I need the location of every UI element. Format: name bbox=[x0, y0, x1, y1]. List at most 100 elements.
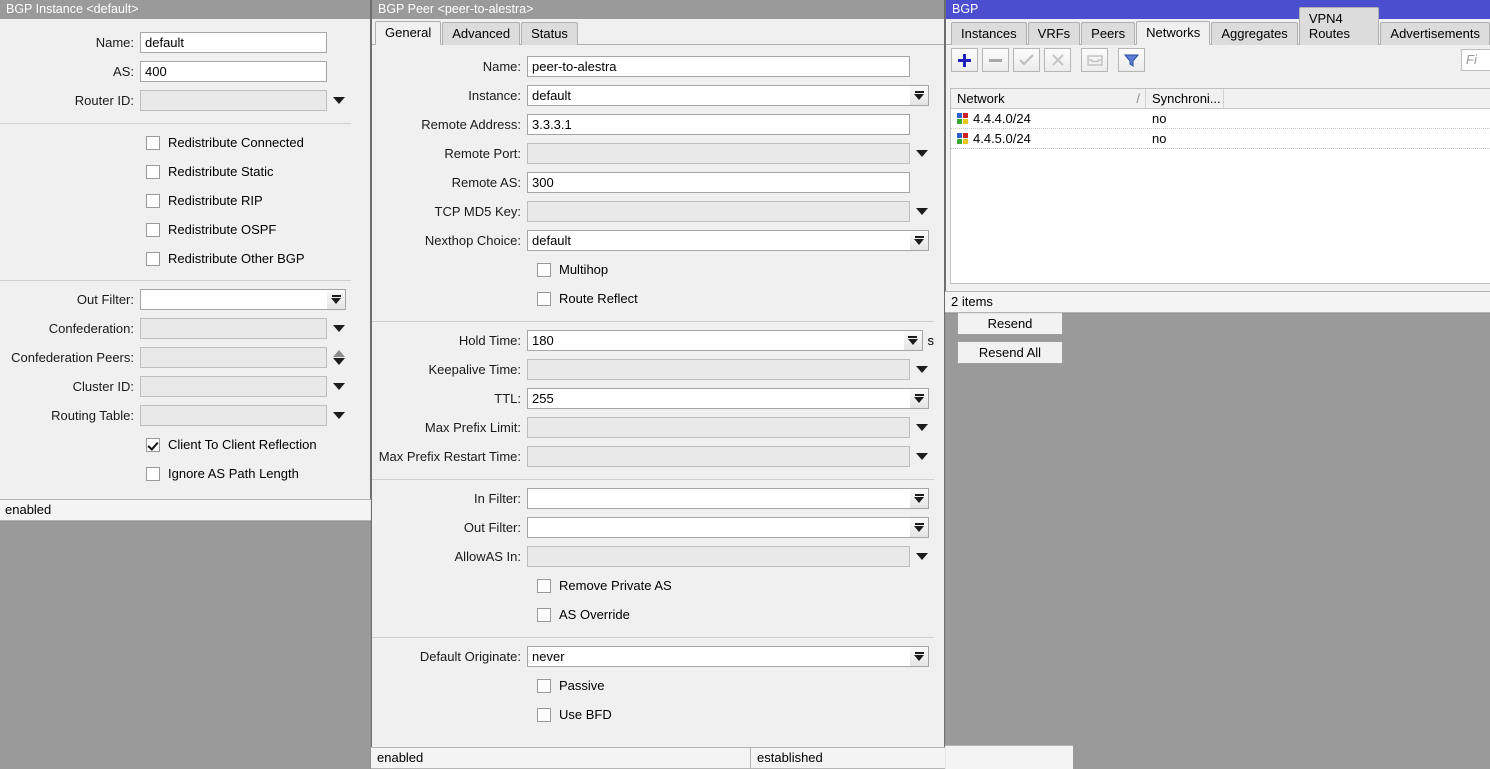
bgp-window-titlebar[interactable]: BGP bbox=[946, 0, 1490, 19]
chevron-down-icon bbox=[914, 397, 924, 403]
checkbox-as-override[interactable] bbox=[537, 608, 551, 622]
resend-all-button[interactable]: Resend All bbox=[957, 341, 1063, 364]
bgp-instance-titlebar[interactable]: BGP Instance <default> bbox=[0, 0, 370, 19]
input-in-filter[interactable] bbox=[527, 488, 910, 509]
bgp-peer-titlebar[interactable]: BGP Peer <peer-to-alestra> bbox=[372, 0, 944, 19]
input-remote-port[interactable] bbox=[527, 143, 910, 164]
input-router-id[interactable] bbox=[140, 90, 327, 111]
checkbox-row-as-override[interactable]: AS Override bbox=[372, 600, 934, 629]
checkbox-redistribute-connected[interactable] bbox=[146, 136, 160, 150]
input-as[interactable]: 400 bbox=[140, 61, 327, 82]
input-confederation-peers[interactable] bbox=[140, 347, 327, 368]
allowas-in-dropdown-button[interactable] bbox=[910, 546, 934, 567]
tab-aggregates[interactable]: Aggregates bbox=[1211, 22, 1298, 45]
checkbox-row-redistribute-other-bgp[interactable]: Redistribute Other BGP bbox=[0, 244, 351, 273]
input-peer-name[interactable]: peer-to-alestra bbox=[527, 56, 910, 77]
checkbox-row-redistribute-rip[interactable]: Redistribute RIP bbox=[0, 186, 351, 215]
out-filter-combo-button[interactable] bbox=[327, 289, 346, 310]
input-routing-table[interactable] bbox=[140, 405, 327, 426]
label-remote-as: Remote AS: bbox=[372, 175, 527, 190]
input-out-filter[interactable] bbox=[140, 289, 327, 310]
add-button[interactable] bbox=[951, 48, 978, 72]
tab-general[interactable]: General bbox=[375, 21, 441, 45]
hold-time-unit: s bbox=[923, 333, 935, 348]
input-keepalive-time[interactable] bbox=[527, 359, 910, 380]
table-row[interactable]: 4.4.4.0/24 no bbox=[951, 109, 1490, 129]
input-peer-instance[interactable]: default bbox=[527, 85, 910, 106]
checkbox-row-remove-private-as[interactable]: Remove Private AS bbox=[372, 571, 934, 600]
column-header-network[interactable]: Network bbox=[951, 89, 1146, 108]
table-row[interactable]: 4.4.5.0/24 no bbox=[951, 129, 1490, 149]
confederation-peers-stepper[interactable] bbox=[327, 347, 351, 368]
peer-out-filter-combo-button[interactable] bbox=[910, 517, 929, 538]
checkbox-row-ignore-as-path-length[interactable]: Ignore AS Path Length bbox=[0, 459, 351, 488]
max-prefix-limit-dropdown-button[interactable] bbox=[910, 417, 934, 438]
tab-vpn4-routes[interactable]: VPN4 Routes bbox=[1299, 7, 1380, 45]
default-originate-combo-button[interactable] bbox=[910, 646, 929, 667]
checkbox-row-use-bfd[interactable]: Use BFD bbox=[372, 700, 934, 729]
max-prefix-restart-time-dropdown-button[interactable] bbox=[910, 446, 934, 467]
routing-table-dropdown-button[interactable] bbox=[327, 405, 351, 426]
tab-advanced[interactable]: Advanced bbox=[442, 22, 520, 45]
checkbox-multihop[interactable] bbox=[537, 263, 551, 277]
input-max-prefix-limit[interactable] bbox=[527, 417, 910, 438]
checkbox-row-redistribute-connected[interactable]: Redistribute Connected bbox=[0, 128, 351, 157]
tcp-md5-key-dropdown-button[interactable] bbox=[910, 201, 934, 222]
checkbox-row-client-to-client-reflection[interactable]: Client To Client Reflection bbox=[0, 430, 351, 459]
input-nexthop-choice[interactable]: default bbox=[527, 230, 910, 251]
confederation-dropdown-button[interactable] bbox=[327, 318, 351, 339]
tab-status[interactable]: Status bbox=[521, 22, 578, 45]
enable-button[interactable] bbox=[1013, 48, 1040, 72]
chevron-down-icon bbox=[333, 325, 345, 332]
checkbox-redistribute-ospf[interactable] bbox=[146, 223, 160, 237]
input-remote-as[interactable]: 300 bbox=[527, 172, 910, 193]
hold-time-combo-button[interactable] bbox=[904, 330, 923, 351]
checkbox-row-passive[interactable]: Passive bbox=[372, 671, 934, 700]
nexthop-choice-combo-button[interactable] bbox=[910, 230, 929, 251]
ttl-combo-button[interactable] bbox=[910, 388, 929, 409]
checkbox-use-bfd[interactable] bbox=[537, 708, 551, 722]
checkbox-redistribute-static[interactable] bbox=[146, 165, 160, 179]
find-input[interactable]: Fi bbox=[1461, 49, 1490, 71]
checkbox-route-reflect[interactable] bbox=[537, 292, 551, 306]
input-max-prefix-restart-time[interactable] bbox=[527, 446, 910, 467]
checkbox-ignore-as-path-length[interactable] bbox=[146, 467, 160, 481]
input-remote-address[interactable]: 3.3.3.1 bbox=[527, 114, 910, 135]
peer-instance-combo-button[interactable] bbox=[910, 85, 929, 106]
checkbox-passive[interactable] bbox=[537, 679, 551, 693]
checkbox-redistribute-rip[interactable] bbox=[146, 194, 160, 208]
input-peer-out-filter[interactable] bbox=[527, 517, 910, 538]
checkbox-row-redistribute-static[interactable]: Redistribute Static bbox=[0, 157, 351, 186]
keepalive-time-dropdown-button[interactable] bbox=[910, 359, 934, 380]
checkbox-row-multihop[interactable]: Multihop bbox=[372, 255, 934, 284]
checkbox-remove-private-as[interactable] bbox=[537, 579, 551, 593]
input-hold-time[interactable]: 180 bbox=[527, 330, 904, 351]
in-filter-combo-button[interactable] bbox=[910, 488, 929, 509]
input-allowas-in[interactable] bbox=[527, 546, 910, 567]
disable-button[interactable] bbox=[1044, 48, 1071, 72]
checkbox-client-to-client-reflection[interactable] bbox=[146, 438, 160, 452]
input-name[interactable]: default bbox=[140, 32, 327, 53]
comment-button[interactable] bbox=[1081, 48, 1108, 72]
tab-networks[interactable]: Networks bbox=[1136, 21, 1210, 45]
tab-instances[interactable]: Instances bbox=[951, 22, 1027, 45]
remove-button[interactable] bbox=[982, 48, 1009, 72]
input-ttl[interactable]: 255 bbox=[527, 388, 910, 409]
checkbox-row-redistribute-ospf[interactable]: Redistribute OSPF bbox=[0, 215, 351, 244]
tab-advertisements[interactable]: Advertisements bbox=[1380, 22, 1490, 45]
tab-peers[interactable]: Peers bbox=[1081, 22, 1135, 45]
input-cluster-id[interactable] bbox=[140, 376, 327, 397]
column-header-synchronize[interactable]: Synchroni... bbox=[1146, 89, 1224, 108]
checkbox-row-route-reflect[interactable]: Route Reflect bbox=[372, 284, 934, 313]
field-row-allowas-in: AllowAS In: bbox=[372, 542, 934, 571]
filter-button[interactable] bbox=[1118, 48, 1145, 72]
input-confederation[interactable] bbox=[140, 318, 327, 339]
cluster-id-dropdown-button[interactable] bbox=[327, 376, 351, 397]
tab-vrfs[interactable]: VRFs bbox=[1028, 22, 1081, 45]
input-default-originate[interactable]: never bbox=[527, 646, 910, 667]
input-tcp-md5-key[interactable] bbox=[527, 201, 910, 222]
checkbox-redistribute-other-bgp[interactable] bbox=[146, 252, 160, 266]
router-id-dropdown-button[interactable] bbox=[327, 90, 351, 111]
resend-button[interactable]: Resend bbox=[957, 312, 1063, 335]
remote-port-dropdown-button[interactable] bbox=[910, 143, 934, 164]
